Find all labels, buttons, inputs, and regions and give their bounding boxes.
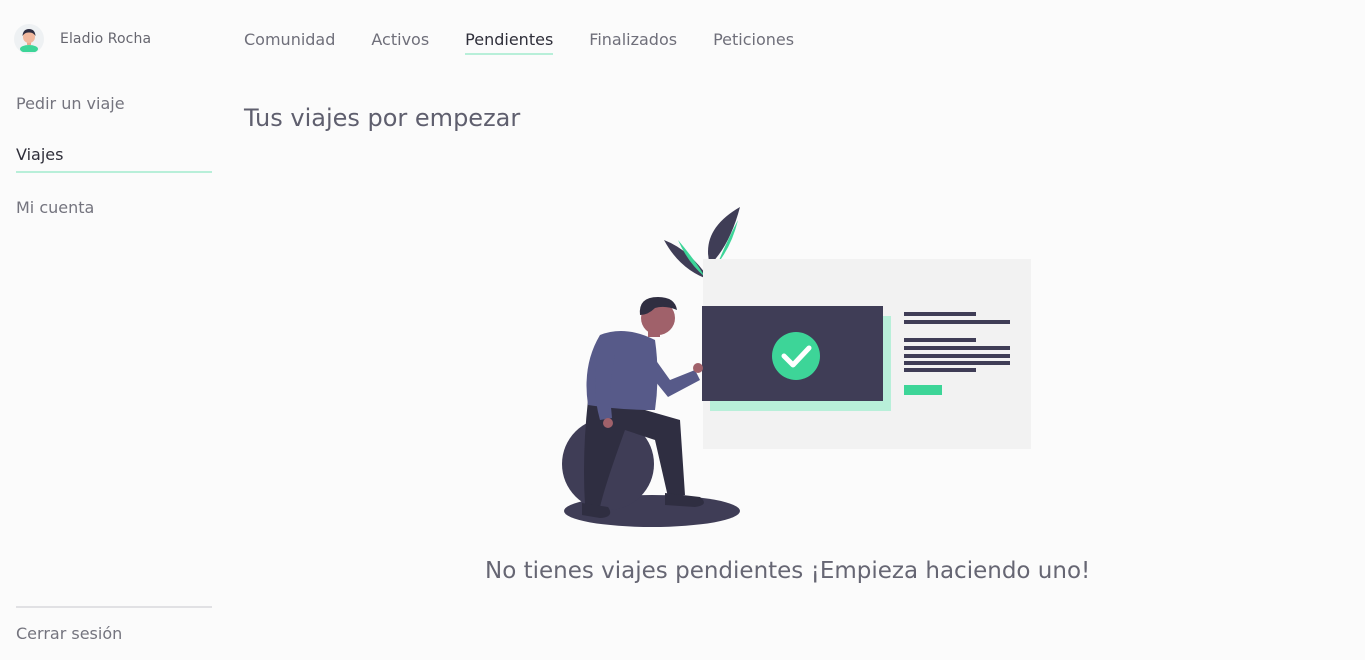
sidebar-item-mi-cuenta[interactable]: Mi cuenta (16, 198, 212, 217)
leaf-dark-icon (708, 207, 740, 265)
tab-peticiones[interactable]: Peticiones (713, 30, 794, 53)
user-name: Eladio Rocha (60, 31, 152, 47)
check-icon (772, 332, 820, 380)
tab-finalizados[interactable]: Finalizados (589, 30, 677, 53)
empty-state-message: No tienes viajes pendientes ¡Empieza hac… (485, 558, 1091, 584)
user-avatar-icon (14, 24, 44, 54)
sidebar: Eladio Rocha Pedir un viaje Viajes Mi cu… (0, 0, 228, 660)
tab-activos[interactable]: Activos (371, 30, 429, 53)
sidebar-item-viajes[interactable]: Viajes (16, 145, 212, 173)
page-title: Tus viajes por empezar (244, 104, 521, 132)
tab-pendientes[interactable]: Pendientes (465, 30, 554, 55)
sidebar-divider (16, 606, 212, 608)
empty-state-illustration (560, 205, 1035, 530)
tab-comunidad[interactable]: Comunidad (244, 30, 335, 53)
app-root: Eladio Rocha Pedir un viaje Viajes Mi cu… (0, 0, 1365, 660)
trip-tabs: Comunidad Activos Pendientes Finalizados… (244, 30, 830, 55)
user-profile[interactable]: Eladio Rocha (14, 24, 151, 54)
sidebar-item-pedir-viaje[interactable]: Pedir un viaje (16, 94, 212, 113)
logout-button[interactable]: Cerrar sesión (16, 624, 122, 643)
